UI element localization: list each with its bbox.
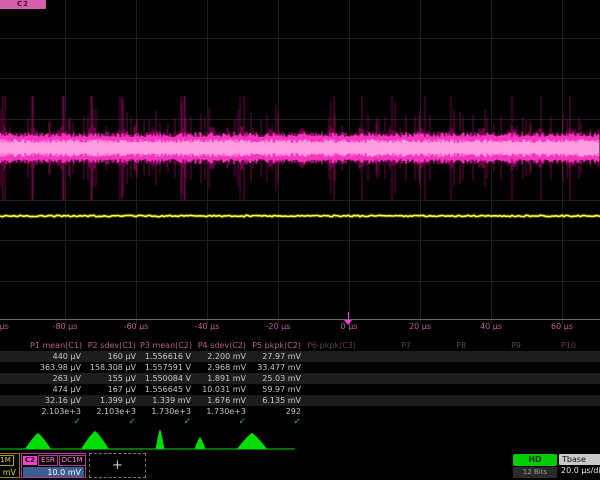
measurement-value: 263 µV <box>30 373 85 384</box>
parameter-header-inactive[interactable]: P9 <box>470 340 525 351</box>
waveform-traces <box>0 0 600 325</box>
measurement-value: 10.031 mV <box>195 384 250 395</box>
time-axis-label: -100 µs <box>0 322 9 331</box>
measurement-value: 2.103e+3 <box>30 406 85 417</box>
hd-mode-badge[interactable]: HD <box>513 454 557 466</box>
measurement-value: 155 µV <box>85 373 140 384</box>
channel-c1-descriptor[interactable]: C1 DC1M 10.0 mV <box>0 453 20 478</box>
status-check-icon: ✓ <box>85 417 140 428</box>
status-check-icon: ✓ <box>195 417 250 428</box>
time-axis-label: 40 µs <box>480 322 502 331</box>
parameter-header-inactive[interactable]: P6 pkpk(C3) <box>305 340 360 351</box>
status-check-icon: ✓ <box>30 417 85 428</box>
timebase-value: 20.0 µs/div <box>561 466 600 475</box>
measurement-value: 158.308 µV <box>85 362 140 373</box>
c2-channel-tag: C2 <box>23 456 37 465</box>
measurement-value: 25.03 mV <box>250 373 305 384</box>
trace-annotation-badge: C2 <box>0 0 46 9</box>
measurement-value: 6.135 mV <box>250 395 305 406</box>
measurement-table: P1 mean(C1)P2 sdev(C1)P3 mean(C2)P4 sdev… <box>0 340 600 428</box>
trigger-position-tick <box>348 312 349 320</box>
timebase-descriptor[interactable]: Tbase 20.0 µs/div <box>559 453 600 478</box>
measurement-value: 1.891 mV <box>195 373 250 384</box>
measurement-value: 1.556616 V <box>140 351 195 362</box>
histicon-strip <box>0 428 600 452</box>
measurement-value: 2.103e+3 <box>85 406 140 417</box>
measurement-value: 1.557591 V <box>140 362 195 373</box>
measurement-value: 292 <box>250 406 305 417</box>
measurement-value: 440 µV <box>30 351 85 362</box>
measurement-value: 32.16 µV <box>30 395 85 406</box>
c2-volts-per-div: 10.0 mV <box>23 467 84 477</box>
time-axis-label: -60 µs <box>124 322 149 331</box>
parameter-header-inactive[interactable]: P8 <box>415 340 470 351</box>
time-axis-label: -80 µs <box>53 322 78 331</box>
parameter-header-inactive[interactable]: P10 <box>525 340 580 351</box>
measurement-value: 160 µV <box>85 351 140 362</box>
c1-volts-per-div: 10.0 mV <box>0 467 19 477</box>
measurement-value: 1.550084 V <box>140 373 195 384</box>
measurement-value: 33.477 mV <box>250 362 305 373</box>
measurement-value: 1.399 µV <box>85 395 140 406</box>
measurement-value: 1.676 mV <box>195 395 250 406</box>
measurement-value: 2.200 mV <box>195 351 250 362</box>
measurement-value: 59.97 mV <box>250 384 305 395</box>
channel-c2-descriptor[interactable]: C2 ESR DC1M 10.0 mV <box>21 453 86 478</box>
measurement-value: 1.339 mV <box>140 395 195 406</box>
timebase-label: Tbase <box>559 454 600 465</box>
status-check-icon: ✓ <box>140 417 195 428</box>
time-axis-line <box>0 319 600 320</box>
measurement-value: 1.730e+3 <box>140 406 195 417</box>
parameter-header-inactive[interactable]: P7 <box>360 340 415 351</box>
c1-coupling-tag: DC1M <box>0 455 14 466</box>
status-check-icon: ✓ <box>250 417 305 428</box>
waveform-grid: C2 <box>0 0 600 325</box>
measurement-value: 167 µV <box>85 384 140 395</box>
measurement-value: 363.98 µV <box>30 362 85 373</box>
c2-esr-tag: ESR <box>38 455 58 466</box>
parameter-header[interactable]: P1 mean(C1) <box>30 340 85 351</box>
measurement-value: 474 µV <box>30 384 85 395</box>
hd-bits-label: 12 Bits <box>513 467 557 478</box>
parameter-header[interactable]: P2 sdev(C1) <box>85 340 140 351</box>
measurement-value: 27.97 mV <box>250 351 305 362</box>
descriptor-bar: C1 DC1M 10.0 mV C2 ESR DC1M 10.0 mV + HD… <box>0 452 600 480</box>
time-axis-label: 20 µs <box>409 322 431 331</box>
parameter-header[interactable]: P5 pkpk(C2) <box>250 340 305 351</box>
histicon-graphics <box>0 428 600 452</box>
time-axis-labels: -100 µs -80 µs -60 µs -40 µs -20 µs 0 µs 20 µs… <box>0 322 600 336</box>
parameter-header-inactive[interactable]: P11 <box>580 340 600 351</box>
time-axis-label: 0 µs <box>341 322 358 331</box>
measurement-value: 2.968 mV <box>195 362 250 373</box>
measurement-value: 1.730e+3 <box>195 406 250 417</box>
time-axis-label: -40 µs <box>195 322 220 331</box>
measurement-value: 1.556645 V <box>140 384 195 395</box>
time-axis-label: -20 µs <box>266 322 291 331</box>
time-axis-label: 60 µs <box>551 322 573 331</box>
c2-coupling-tag: DC1M <box>59 455 86 466</box>
parameter-header[interactable]: P3 mean(C2) <box>140 340 195 351</box>
parameter-header[interactable]: P4 sdev(C2) <box>195 340 250 351</box>
add-trace-button[interactable]: + <box>89 453 146 478</box>
